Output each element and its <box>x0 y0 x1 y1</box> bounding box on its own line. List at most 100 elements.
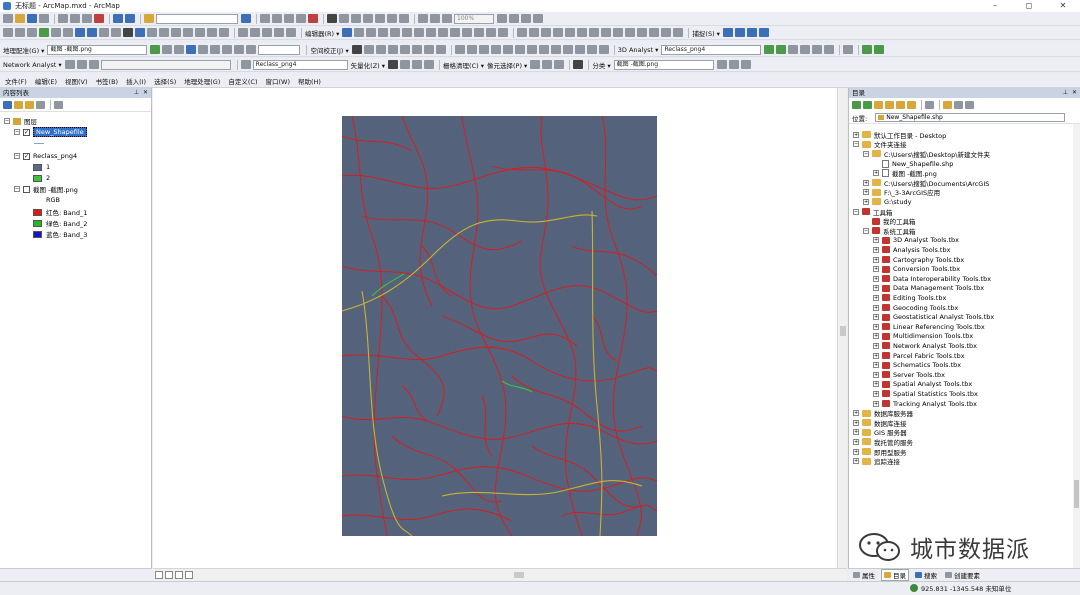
tool-icon-j[interactable] <box>497 14 507 23</box>
arcglobe-icon[interactable] <box>874 45 885 54</box>
cleanup-tool-icon-c[interactable] <box>554 60 565 69</box>
class-swatch[interactable] <box>33 174 42 182</box>
measure-icon[interactable] <box>171 28 181 37</box>
catalog-tree-item[interactable]: + F:\_3-3ArcGIS应用 <box>863 188 940 197</box>
adjust-tool-icon-c[interactable] <box>387 45 398 54</box>
cleanup-tool-icon-b[interactable] <box>542 60 553 69</box>
toc-layer-new-shapefile[interactable]: − ✓ New_Shapefile <box>14 127 87 137</box>
edit-tool-icon-d[interactable] <box>553 28 564 37</box>
spatial-adjustment-menu[interactable]: 空间校正(J) ▾ <box>310 45 348 55</box>
expand-icon[interactable]: + <box>873 371 879 378</box>
raster-map[interactable] <box>342 116 657 536</box>
paste-icon[interactable] <box>82 14 92 23</box>
georef-tool-icon-c[interactable] <box>234 45 245 54</box>
catalog-tree-item[interactable]: + Server Tools.tbx <box>873 370 945 380</box>
catalog-tree-item[interactable]: + Cartography Tools.tbx <box>873 255 964 265</box>
georef-layer-select[interactable]: 截图 -截图.png <box>47 44 148 55</box>
catalog-tree-item[interactable]: + 截图 -截图.png <box>873 168 937 178</box>
network-dataset-select[interactable] <box>100 59 231 70</box>
catalog-tree-item[interactable]: + Multidimension Tools.tbx <box>873 332 973 342</box>
catalog-tree-item[interactable]: + 数据库服务器 <box>853 408 913 418</box>
forward-icon[interactable] <box>863 101 872 109</box>
3d-tool-icon-c[interactable] <box>788 45 799 54</box>
scroll-thumb[interactable] <box>514 572 524 578</box>
map-view[interactable] <box>153 88 837 568</box>
hyperlink-icon[interactable] <box>147 28 157 37</box>
edit-tool-icon-e[interactable] <box>565 28 576 37</box>
layout-icon-a[interactable] <box>238 28 248 37</box>
split-icon[interactable] <box>450 28 461 37</box>
catalog-tree-item[interactable]: + 即用型服务 <box>853 447 907 457</box>
catalog-tree-item[interactable]: + Editing Tools.tbx <box>873 293 946 303</box>
catalog-tree-item[interactable]: + Tracking Analyst Tools.tbx <box>873 399 977 409</box>
collapse-icon[interactable]: − <box>14 153 20 159</box>
expand-icon[interactable]: + <box>853 131 859 138</box>
reshape-icon[interactable] <box>426 28 437 37</box>
cut-icon[interactable] <box>58 14 68 23</box>
3d-tool-icon-g[interactable] <box>843 45 854 54</box>
tool-icon-m[interactable] <box>533 14 543 23</box>
catalog-tree-item[interactable]: − 系统工具箱 <box>863 226 916 236</box>
vectorize-tool-icon-a[interactable] <box>388 60 399 69</box>
expand-icon[interactable]: + <box>873 285 879 292</box>
menu-geoprocessing[interactable]: 地理处理(G) <box>184 76 220 86</box>
catalog-tree-item[interactable]: + C:\Users\搜狐\Documents\ArcGIS <box>863 178 989 188</box>
expand-icon[interactable]: + <box>873 323 879 330</box>
tab-create-features[interactable]: 创建要素 <box>943 570 982 580</box>
raster-tool-icon[interactable] <box>240 60 251 69</box>
cut-polygon-icon[interactable] <box>438 28 449 37</box>
tool-icon-f[interactable] <box>399 14 409 23</box>
layout-view-button[interactable] <box>165 571 173 579</box>
edit-tool-icon-b[interactable] <box>529 28 540 37</box>
3d-tool-icon-d[interactable] <box>800 45 811 54</box>
list-by-selection-icon[interactable] <box>36 100 45 109</box>
catalog-tree-item[interactable]: New_Shapefile.shp <box>873 159 953 169</box>
edit-vertices-icon[interactable] <box>414 28 425 37</box>
route-icon[interactable] <box>195 28 205 37</box>
toc-class-1[interactable]: 1 <box>33 162 50 172</box>
catalog-tree-item[interactable]: + Parcel Fabric Tools.tbx <box>873 351 965 361</box>
catalog-tree-item[interactable]: + G:\study <box>863 197 911 207</box>
scroll-thumb[interactable] <box>1074 480 1079 508</box>
adjust-tool-icon-h[interactable] <box>454 45 465 54</box>
expand-icon[interactable]: + <box>873 333 879 340</box>
catalog-tree-item[interactable]: + Data Interoperability Tools.tbx <box>873 274 991 284</box>
adjust-tool-icon-o[interactable] <box>538 45 549 54</box>
expand-icon[interactable]: + <box>853 448 859 455</box>
html-popup-icon[interactable] <box>159 28 169 37</box>
expand-icon[interactable]: + <box>873 400 879 407</box>
expand-icon[interactable]: + <box>863 198 869 205</box>
menu-selection[interactable]: 选择(S) <box>154 76 176 86</box>
edit-tool-icon-h[interactable] <box>601 28 612 37</box>
3d-analyst-menu[interactable]: 3D Analyst ▾ <box>618 46 659 54</box>
pin-icon[interactable]: ⊥ <box>134 88 139 98</box>
adjust-tool-icon-s[interactable] <box>586 45 597 54</box>
catalog-tool-icon-b[interactable] <box>954 101 963 109</box>
adjust-tool-icon-m[interactable] <box>514 45 525 54</box>
catalog-tree-item[interactable]: + 我托管的服务 <box>853 437 913 447</box>
expand-icon[interactable]: + <box>873 304 879 311</box>
adjust-tool-icon-e[interactable] <box>411 45 422 54</box>
cleanup-tool-icon-d[interactable] <box>573 60 584 69</box>
classification-layer-select[interactable]: 截图 -截图.png <box>613 59 714 70</box>
shift-icon[interactable] <box>162 45 173 54</box>
vectorization-menu[interactable]: 矢量化(Z) ▾ <box>351 60 385 70</box>
scale-input[interactable] <box>156 13 238 24</box>
pan-icon[interactable] <box>27 28 37 37</box>
catalog-tree-item[interactable]: + Data Management Tools.tbx <box>873 284 984 294</box>
add-data-icon[interactable] <box>144 14 154 23</box>
catalog-tool-icon-c[interactable] <box>965 101 974 109</box>
expand-icon[interactable]: + <box>853 458 859 465</box>
straight-segment-icon[interactable] <box>366 28 377 37</box>
expand-icon[interactable]: + <box>853 410 859 417</box>
redo-icon[interactable] <box>125 14 135 23</box>
edit-tool-icon[interactable] <box>342 28 353 37</box>
band-swatch[interactable] <box>33 230 42 238</box>
edit-tool-icon-c[interactable] <box>541 28 552 37</box>
identify-icon[interactable] <box>135 28 145 37</box>
list-by-drawing-order-icon[interactable] <box>3 100 12 109</box>
catalog-tree-item[interactable]: + 数据库连接 <box>853 418 907 428</box>
adjust-tool-icon-g[interactable] <box>435 45 446 54</box>
editor-menu[interactable]: 编辑器(R) ▾ <box>305 28 339 38</box>
expand-icon[interactable]: + <box>873 314 879 321</box>
